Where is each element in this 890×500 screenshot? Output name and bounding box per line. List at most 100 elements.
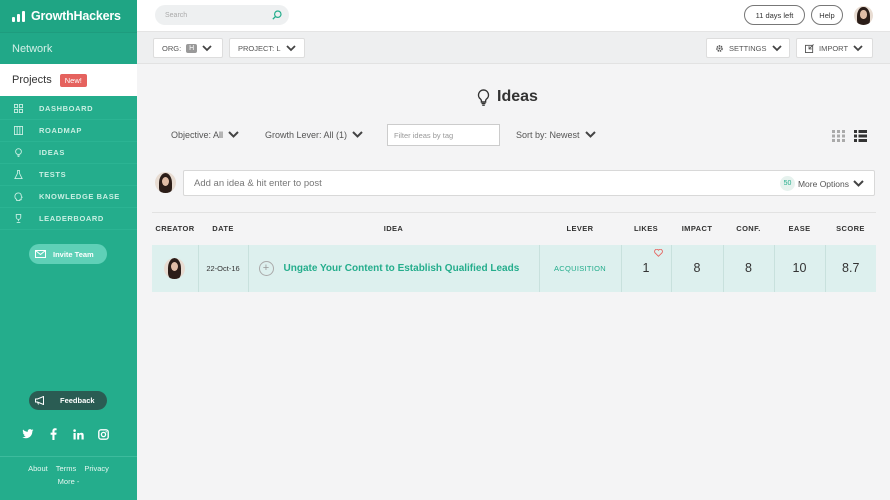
project-dropdown[interactable]: PROJECT: L <box>229 38 305 58</box>
page-title: Ideas <box>477 88 538 106</box>
growth-lever-filter-label: Growth Lever: All (1) <box>265 130 348 140</box>
objective-filter[interactable]: Objective: All <box>171 124 239 146</box>
creator-avatar[interactable] <box>164 257 186 279</box>
dashboard-icon <box>13 104 23 114</box>
likes-value: 1 <box>642 261 650 275</box>
invite-team-label: Invite Team <box>53 249 94 259</box>
about-link[interactable]: About <box>28 464 48 473</box>
settings-dropdown[interactable]: SETTINGS <box>706 38 790 58</box>
network-link[interactable]: Network <box>0 32 137 64</box>
org-label: ORG: <box>162 43 182 53</box>
sidebar-item-label: ROADMAP <box>39 126 82 135</box>
sidebar-item-label: KNOWLEDGE BASE <box>39 192 120 201</box>
sidebar: GrowthHackers Network Projects New! DASH… <box>0 0 137 500</box>
chevron-down-icon <box>352 131 363 138</box>
twitter-icon[interactable] <box>22 428 34 440</box>
more-options-label: More Options <box>797 178 849 189</box>
user-avatar[interactable] <box>854 6 873 25</box>
import-dropdown[interactable]: IMPORT <box>796 38 873 58</box>
chevron-down-icon <box>853 179 864 187</box>
impact-cell[interactable]: 8 <box>671 244 724 292</box>
bar-chart-icon <box>12 10 25 22</box>
sidebar-item-dashboard[interactable]: DASHBOARD <box>0 98 137 120</box>
projects-link[interactable]: Projects New! <box>0 64 137 96</box>
heart-icon[interactable] <box>653 248 663 257</box>
list-view-icon[interactable] <box>854 130 867 142</box>
search-input[interactable]: Search <box>155 5 289 25</box>
column-header-lever[interactable]: LEVER <box>539 212 621 245</box>
chevron-down-icon <box>202 44 212 51</box>
idea-cell: + Ungate Your Content to Establish Quali… <box>248 244 540 292</box>
sidebar-item-label: DASHBOARD <box>39 104 94 113</box>
privacy-link[interactable]: Privacy <box>84 464 109 473</box>
sort-dropdown[interactable]: Sort by: Newest <box>516 124 596 146</box>
search-icon[interactable] <box>272 10 282 20</box>
column-header-creator[interactable]: CREATOR <box>152 212 198 245</box>
column-header-date[interactable]: DATE <box>198 212 248 245</box>
brand-logo[interactable]: GrowthHackers <box>0 0 137 32</box>
grid-view-icon[interactable] <box>832 130 845 142</box>
facebook-icon[interactable] <box>47 428 59 440</box>
lightbulb-icon <box>477 88 490 106</box>
add-idea-placeholder: Add an idea & hit enter to post <box>194 177 322 189</box>
sidebar-item-roadmap[interactable]: ROADMAP <box>0 120 137 142</box>
objective-filter-label: Objective: All <box>171 130 224 140</box>
table-row[interactable]: 22-Oct-16 + Ungate Your Content to Estab… <box>152 244 876 292</box>
envelope-icon <box>35 250 46 258</box>
growth-lever-filter[interactable]: Growth Lever: All (1) <box>265 124 363 146</box>
brand-name: GrowthHackers <box>31 9 121 23</box>
trial-days-button[interactable]: 11 days left <box>744 5 805 25</box>
new-badge: New! <box>59 73 87 87</box>
search-placeholder: Search <box>165 11 188 19</box>
megaphone-icon <box>35 396 44 405</box>
view-toggle <box>832 130 867 142</box>
lightbulb-icon <box>13 148 23 158</box>
main-content: Ideas Objective: All Growth Lever: All (… <box>137 64 890 500</box>
creator-cell <box>152 244 199 292</box>
feedback-button[interactable]: Feedback <box>29 391 107 410</box>
import-label: IMPORT <box>819 43 849 53</box>
column-header-ease[interactable]: EASE <box>774 212 825 245</box>
feedback-label: Feedback <box>60 396 95 405</box>
sidebar-item-ideas[interactable]: IDEAS <box>0 142 137 164</box>
sidebar-item-label: IDEAS <box>39 148 65 157</box>
ease-cell[interactable]: 10 <box>774 244 826 292</box>
sidebar-item-leaderboard[interactable]: LEADERBOARD <box>0 208 137 230</box>
trophy-icon <box>13 214 23 224</box>
sub-bar: ORG: H PROJECT: L SETTINGS IMPORT <box>137 32 890 64</box>
instagram-icon[interactable] <box>97 428 109 440</box>
chevron-down-icon <box>853 44 863 51</box>
brain-icon <box>13 192 23 202</box>
column-header-impact[interactable]: IMPACT <box>671 212 723 245</box>
settings-label: SETTINGS <box>729 43 767 53</box>
terms-link[interactable]: Terms <box>56 464 76 473</box>
import-icon <box>805 43 814 53</box>
more-link[interactable]: More - <box>58 477 80 486</box>
column-header-likes[interactable]: LIKES <box>621 212 671 245</box>
sidebar-item-label: LEADERBOARD <box>39 214 104 223</box>
idea-count-badge: 50 <box>779 176 795 191</box>
tag-filter-placeholder: Filter ideas by tag <box>394 130 454 140</box>
poster-avatar <box>155 172 176 193</box>
gear-icon <box>716 44 723 52</box>
linkedin-icon[interactable] <box>72 428 84 440</box>
idea-title-link[interactable]: Ungate Your Content to Establish Qualifi… <box>284 263 520 274</box>
chevron-down-icon <box>584 131 596 138</box>
invite-team-button[interactable]: Invite Team <box>29 244 107 264</box>
column-header-score[interactable]: SCORE <box>825 212 876 245</box>
sidebar-item-tests[interactable]: TESTS <box>0 164 137 186</box>
column-header-idea[interactable]: IDEA <box>248 212 539 245</box>
projects-label: Projects <box>12 74 52 86</box>
org-dropdown[interactable]: ORG: H <box>153 38 223 58</box>
sort-label: Sort by: Newest <box>516 130 580 140</box>
more-options-dropdown[interactable]: 50 More Options <box>779 176 864 191</box>
confidence-cell[interactable]: 8 <box>723 244 775 292</box>
help-button[interactable]: Help <box>811 5 843 25</box>
ideas-table: CREATOR DATE IDEA LEVER LIKES IMPACT CON… <box>152 212 876 292</box>
tag-filter-input[interactable]: Filter ideas by tag <box>387 124 500 146</box>
sidebar-nav: DASHBOARD ROADMAP IDEAS TESTS KNOWLEDGE … <box>0 98 137 230</box>
plus-icon[interactable]: + <box>258 260 274 276</box>
add-idea-input[interactable]: Add an idea & hit enter to post 50 More … <box>183 170 875 196</box>
column-header-conf[interactable]: CONF. <box>723 212 774 245</box>
sidebar-item-knowledge-base[interactable]: KNOWLEDGE BASE <box>0 186 137 208</box>
